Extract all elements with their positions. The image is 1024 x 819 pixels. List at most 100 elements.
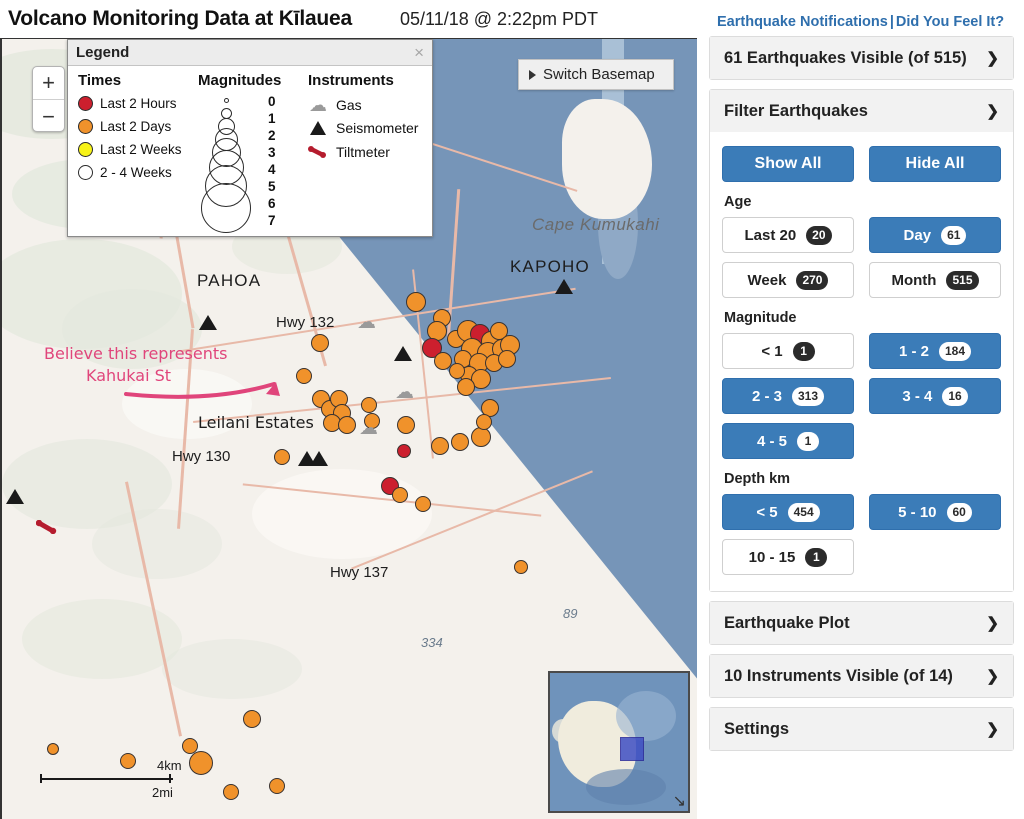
earthquake-marker[interactable] [457, 378, 475, 396]
filter-label: < 5 [756, 503, 778, 521]
earthquake-marker[interactable] [189, 751, 213, 775]
legend-instrument-label: Tiltmeter [336, 144, 390, 160]
earthquake-marker[interactable] [431, 437, 449, 455]
earthquake-marker[interactable] [269, 778, 285, 794]
earthquake-marker[interactable] [476, 414, 492, 430]
earthquake-marker[interactable] [223, 784, 239, 800]
legend-magnitude-circle [223, 98, 229, 103]
earthquake-marker[interactable] [397, 444, 411, 458]
panel-settings-header[interactable]: Settings ❯ [710, 708, 1013, 750]
chevron-down-icon: ❯ [986, 668, 999, 685]
earthquake-marker[interactable] [392, 487, 408, 503]
map-label-hwy: Hwy 132 [276, 314, 335, 331]
close-icon[interactable]: × [414, 44, 424, 61]
magnitude-filter-4-5[interactable]: 4 - 5 1 [722, 423, 854, 459]
panel-earthquake-plot-header[interactable]: Earthquake Plot ❯ [710, 602, 1013, 644]
filter-label: 4 - 5 [756, 432, 787, 450]
switch-basemap-button[interactable]: Switch Basemap [518, 59, 674, 90]
filter-panel-body: Show All Hide All Age Last 20 20 Day 61 Week… [710, 132, 1013, 591]
filter-label: 3 - 4 [902, 387, 933, 405]
inset-extent-box[interactable] [620, 737, 644, 761]
magnitude-filter-1[interactable]: < 1 1 [722, 333, 854, 369]
legend-panel[interactable]: Legend × Times Magnitudes Instruments La… [67, 39, 433, 237]
legend-magnitude-number: 4 [268, 162, 276, 177]
filter-label: < 1 [761, 342, 783, 360]
legend-time-row: 2 - 4 Weeks [78, 165, 172, 180]
filter-count-badge: 1 [797, 431, 819, 451]
annotation-line-1: Believe this represents [44, 344, 228, 363]
panel-instruments-visible-header[interactable]: 10 Instruments Visible (of 14) ❯ [710, 655, 1013, 697]
earthquake-marker[interactable] [471, 427, 491, 447]
earthquake-marker[interactable] [415, 496, 431, 512]
panel-earthquakes-visible-header[interactable]: 61 Earthquakes Visible (of 515) ❯ [710, 37, 1013, 79]
magnitude-filter-2-3[interactable]: 2 - 3 313 [722, 378, 854, 414]
legend-time-swatch [78, 96, 93, 111]
earthquake-marker[interactable] [514, 560, 528, 574]
age-filter-grid[interactable]: Last 20 20 Day 61 Week 270 Month 515 [722, 217, 1001, 298]
legend-times-header: Times [78, 72, 122, 89]
earthquake-marker[interactable] [449, 363, 465, 379]
earthquake-marker[interactable] [498, 350, 516, 368]
gas-cloud-icon[interactable]: ☁ [395, 383, 414, 402]
depth-filter-grid[interactable]: < 5 454 5 - 10 60 10 - 15 1 [722, 494, 1001, 575]
earthquake-marker[interactable] [243, 710, 261, 728]
earthquake-marker[interactable] [406, 292, 426, 312]
right-sidebar: Earthquake Notifications | Did You Feel It… [699, 0, 1024, 819]
seismometer-icon[interactable] [6, 489, 24, 504]
depth-filter-10-15[interactable]: 10 - 15 1 [722, 539, 854, 575]
earthquake-marker[interactable] [397, 416, 415, 434]
gas-cloud-icon[interactable]: ☁ [357, 313, 376, 332]
earthquake-marker[interactable] [274, 449, 290, 465]
age-filter-week[interactable]: Week 270 [722, 262, 854, 298]
panel-filter-earthquakes: Filter Earthquakes ❯ Show All Hide All A… [709, 89, 1014, 592]
age-filter-month[interactable]: Month 515 [869, 262, 1001, 298]
filter-label: 1 - 2 [898, 342, 929, 360]
depth-filter-5-10[interactable]: 5 - 10 60 [869, 494, 1001, 530]
earthquake-marker[interactable] [451, 433, 469, 451]
legend-time-row: Last 2 Days [78, 119, 171, 134]
age-filter-day[interactable]: Day 61 [869, 217, 1001, 253]
hide-all-button[interactable]: Hide All [869, 146, 1001, 182]
seismometer-icon[interactable] [394, 346, 412, 361]
legend-magnitude-number: 0 [268, 94, 276, 109]
seismometer-icon[interactable] [199, 315, 217, 330]
overview-inset-map[interactable]: ↘ [548, 671, 690, 813]
zoom-in-button[interactable]: + [33, 67, 64, 100]
map-vegetation [92, 509, 222, 579]
earthquake-marker[interactable] [120, 753, 136, 769]
tiltmeter-icon[interactable] [35, 519, 58, 539]
panel-settings: Settings ❯ [709, 707, 1014, 751]
earthquake-notifications-link[interactable]: Earthquake Notifications [717, 14, 888, 30]
triangle-right-icon [529, 69, 536, 80]
panel-title: Settings [724, 719, 790, 738]
magnitude-filter-1-2[interactable]: 1 - 2 184 [869, 333, 1001, 369]
magnitude-filter-grid[interactable]: < 1 1 1 - 2 184 2 - 3 313 3 - 4 16 4 - 5 1 [722, 333, 1001, 459]
show-all-button[interactable]: Show All [722, 146, 854, 182]
depth-filter-5[interactable]: < 5 454 [722, 494, 854, 530]
seismometer-icon[interactable] [310, 451, 328, 466]
zoom-out-button[interactable]: − [33, 100, 64, 133]
switch-basemap-label: Switch Basemap [543, 66, 655, 83]
chevron-down-icon: ❯ [986, 721, 999, 738]
legend-magnitude-number: 7 [268, 213, 276, 228]
filter-count-badge: 454 [787, 502, 820, 522]
age-filter-last-20[interactable]: Last 20 20 [722, 217, 854, 253]
scale-km-label: 4km [157, 758, 182, 773]
legend-magnitude-number: 5 [268, 179, 276, 194]
filter-count-badge: 16 [942, 386, 968, 406]
gas-cloud-icon[interactable]: ☁ [359, 419, 378, 438]
seismometer-icon[interactable] [555, 279, 573, 294]
panel-filter-earthquakes-header[interactable]: Filter Earthquakes ❯ [710, 90, 1013, 132]
panel-title: Filter Earthquakes [724, 101, 868, 120]
map-zoom-control[interactable]: + − [32, 66, 65, 132]
earthquake-marker[interactable] [311, 334, 329, 352]
map-label-hwy: Hwy 137 [330, 564, 389, 581]
did-you-feel-it-link[interactable]: Did You Feel It? [896, 14, 1004, 30]
magnitude-filter-3-4[interactable]: 3 - 4 16 [869, 378, 1001, 414]
earthquake-marker[interactable] [361, 397, 377, 413]
earthquake-marker[interactable] [47, 743, 59, 755]
map-canvas[interactable]: ☁ ☁ ☁ PAHOA KAPOHO Cape Kumukahi Hwy 132 Hwy 1… [0, 38, 697, 819]
filter-label: Day [903, 226, 932, 244]
legend-magnitude-number: 3 [268, 145, 276, 160]
resize-handle-icon[interactable]: ↘ [673, 794, 686, 810]
